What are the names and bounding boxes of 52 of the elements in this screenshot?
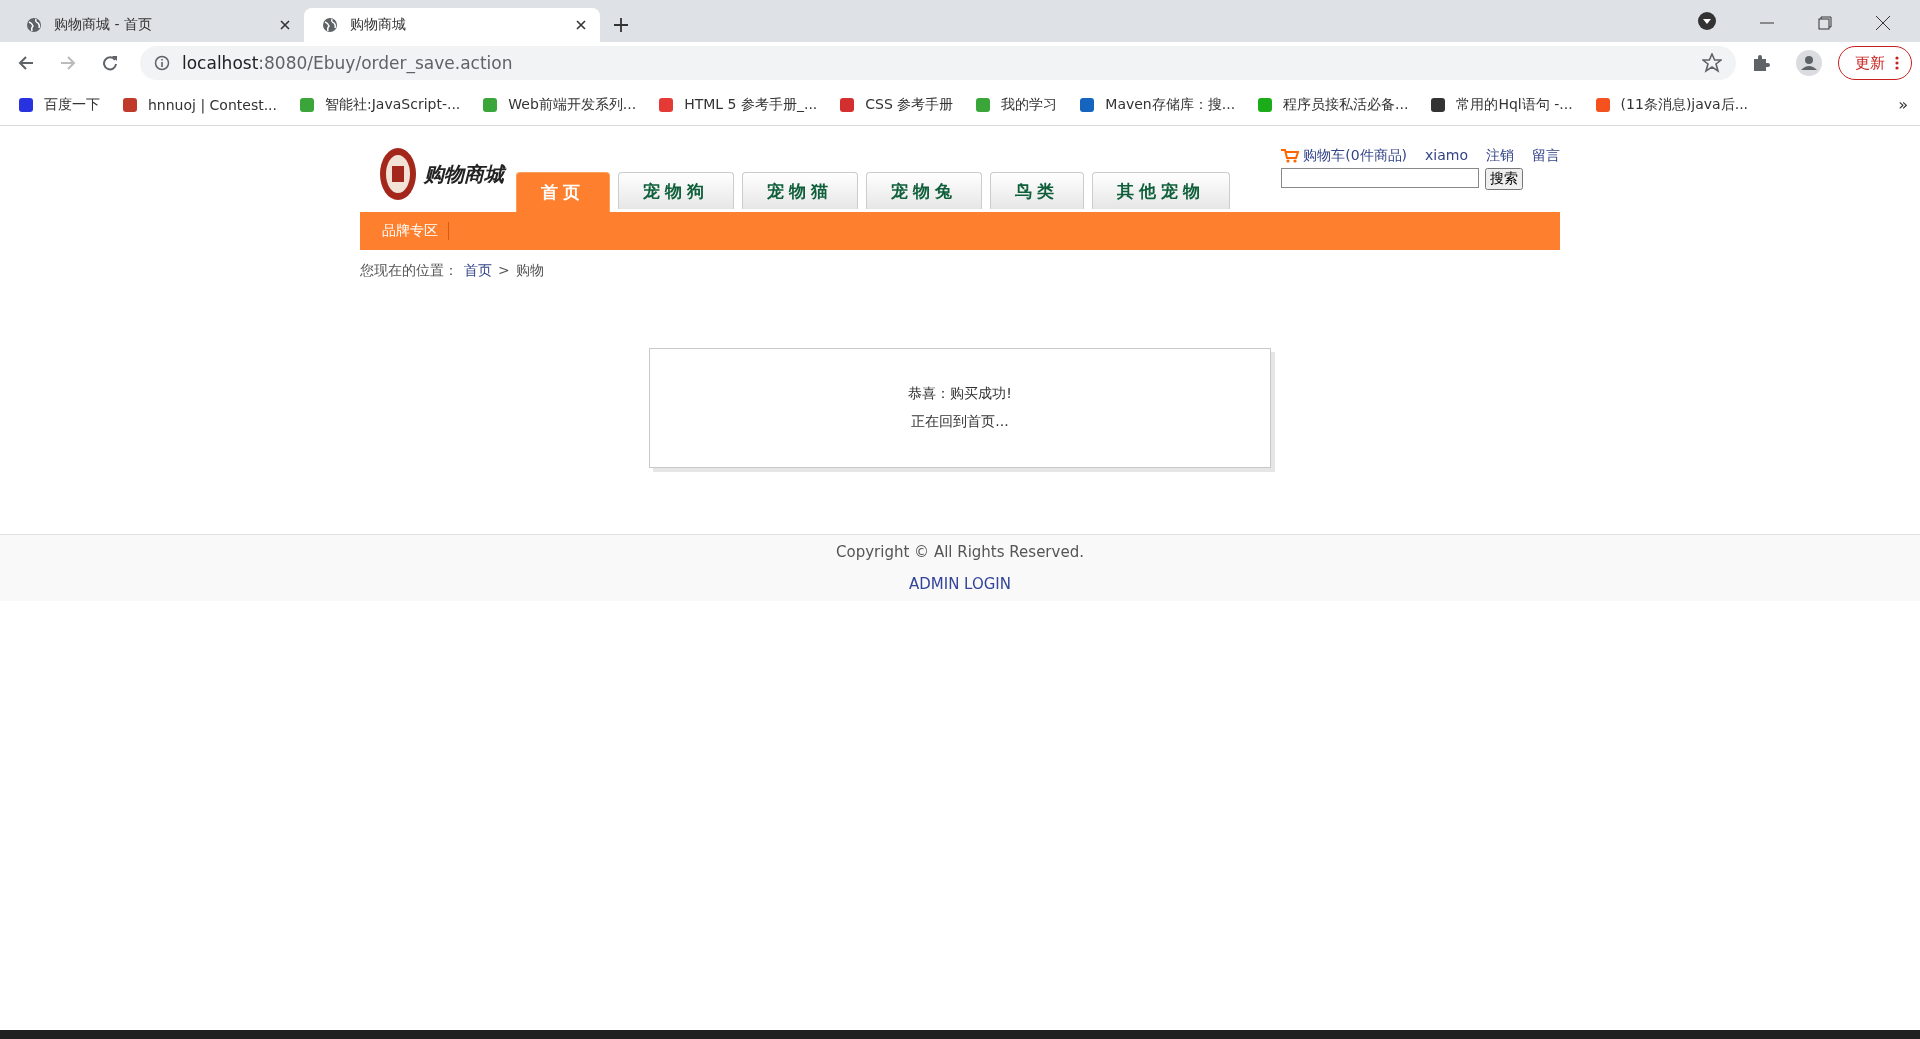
- message-text: 恭喜：购买成功!: [908, 385, 1012, 403]
- bookmark[interactable]: HTML 5 参考手册_...: [658, 95, 818, 114]
- nav-tab[interactable]: 宠物猫: [742, 172, 858, 209]
- restore-icon[interactable]: [1818, 16, 1832, 30]
- bookmark[interactable]: 我的学习: [975, 95, 1058, 114]
- close-window-icon[interactable]: [1876, 16, 1890, 30]
- message-link[interactable]: 留言: [1532, 147, 1560, 165]
- nav-tab[interactable]: 宠物兔: [866, 172, 982, 209]
- bookmark[interactable]: Web前端开发系列...: [482, 95, 637, 114]
- search-field[interactable]: [1281, 168, 1480, 188]
- close-icon[interactable]: [576, 20, 586, 30]
- breadcrumb-label: 您现在的位置：: [360, 262, 458, 280]
- close-icon[interactable]: [280, 20, 290, 30]
- star-icon[interactable]: [1702, 53, 1722, 73]
- bookmark[interactable]: hnnuoj | Contest...: [122, 96, 277, 113]
- bookmark[interactable]: 程序员接私活必备...: [1257, 95, 1409, 114]
- browser-tab[interactable]: 购物商城 - 首页: [8, 8, 304, 42]
- admin-login-link[interactable]: ADMIN LOGIN: [908, 575, 1012, 593]
- more-icon: [1895, 56, 1899, 70]
- new-tab-icon[interactable]: [614, 18, 628, 32]
- puzzle-icon[interactable]: [1752, 54, 1770, 72]
- bookmark[interactable]: (11条消息)java后...: [1594, 95, 1749, 114]
- user-link[interactable]: xiamo: [1425, 147, 1468, 165]
- breadcrumb-separator: >: [498, 262, 510, 280]
- more-bookmarks[interactable]: »: [1898, 95, 1908, 114]
- emblem-icon: [378, 146, 418, 202]
- nav-tab[interactable]: 宠物狗: [618, 172, 734, 209]
- bookmark[interactable]: Maven存储库：搜...: [1079, 95, 1236, 114]
- search-button[interactable]: 搜索: [1485, 168, 1524, 190]
- bookmark[interactable]: 百度一下: [18, 95, 100, 114]
- update-button[interactable]: 更新: [1838, 46, 1912, 80]
- breadcrumb-current: 购物: [515, 262, 544, 280]
- cart-link[interactable]: 购物车(0件商品): [1281, 147, 1408, 165]
- copyright-text: Copyright © All Rights Reserved.: [836, 543, 1084, 561]
- breadcrumb-link[interactable]: 首页: [464, 262, 492, 280]
- nav-tab[interactable]: 其他宠物: [1092, 172, 1230, 209]
- reload-icon[interactable]: [102, 55, 118, 71]
- globe-icon: [322, 17, 338, 33]
- tab-search-icon[interactable]: [1698, 12, 1716, 30]
- globe-icon: [26, 17, 42, 33]
- bookmark[interactable]: 常用的Hql语句 -...: [1430, 95, 1573, 114]
- back-icon[interactable]: [18, 55, 34, 71]
- profile-icon[interactable]: [1796, 50, 1822, 76]
- browser-tab[interactable]: 购物商城: [304, 8, 600, 42]
- address-bar[interactable]: localhost:8080/Ebuy/order_save.action: [140, 46, 1736, 80]
- bookmark[interactable]: 智能社:JavaScript-...: [299, 95, 461, 114]
- bookmark[interactable]: CSS 参考手册: [839, 95, 954, 114]
- info-icon: [154, 55, 170, 71]
- message-text: 正在回到首页...: [911, 413, 1009, 431]
- cart-icon: [1281, 149, 1300, 163]
- logout-link[interactable]: 注销: [1486, 147, 1514, 165]
- nav-tab[interactable]: 鸟类: [990, 172, 1084, 209]
